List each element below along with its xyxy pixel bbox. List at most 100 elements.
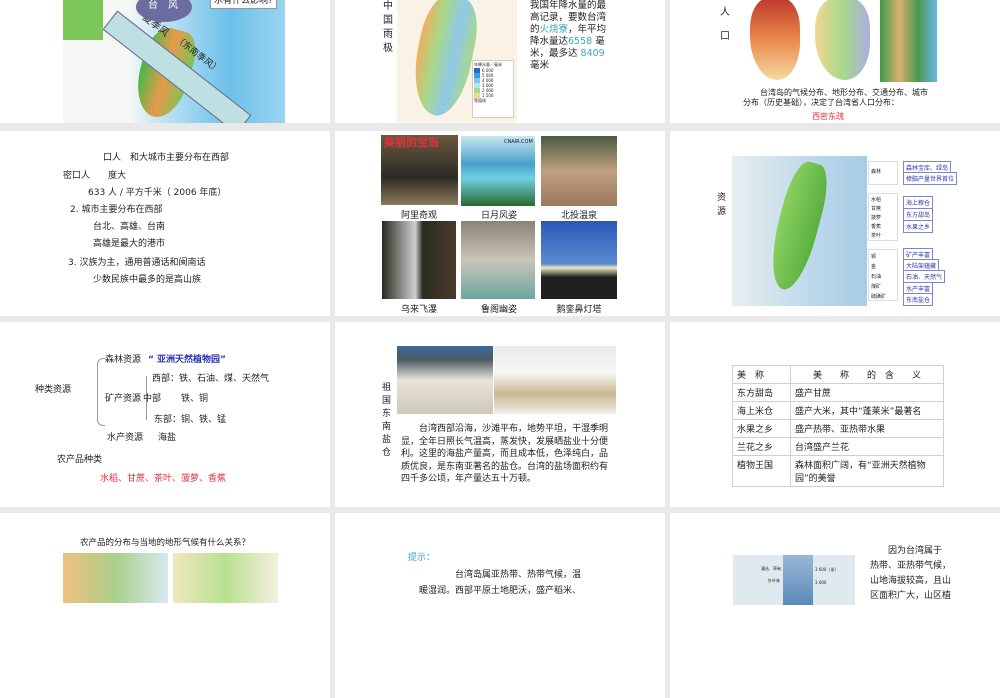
slide-6-thumbnail[interactable]: 资 源 森林 水稻 甘蔗 菠萝 香蕉 茶叶 铜金石油 煤矿 硫磺矿 森林宝库、绿岛 樟脑产量… bbox=[670, 131, 1000, 316]
photo-taroko bbox=[461, 221, 535, 299]
slide-4-thumbnail[interactable]: 口人 和大城市主要分布在西部 密口人 度大 633 人 / 平方千米（ 2006… bbox=[0, 131, 330, 316]
body-line: 区面积广大，山区植 bbox=[870, 591, 952, 601]
text-line: 2. 城市主要分布在西部 bbox=[70, 205, 163, 215]
diagram-tick: 3 600（米） bbox=[815, 567, 839, 572]
cell: 海上米仓 bbox=[732, 401, 791, 420]
hint-text: 台湾岛属亚热带、热带气候，温 bbox=[455, 570, 582, 580]
cell: 水果之乡 bbox=[732, 419, 791, 438]
photo-caption: 日月风姿 bbox=[480, 211, 517, 221]
photo-caption: 阿里奇观 bbox=[400, 211, 437, 221]
population-map bbox=[750, 0, 800, 80]
slide-10-thumbnail[interactable]: 农产品的分布与当地的地形气候有什么关系？ bbox=[0, 513, 330, 698]
cell: 森林面积广阔，有“亚洲天然植物园”的美誉 bbox=[790, 455, 944, 487]
legend-label: 石油 bbox=[871, 274, 882, 280]
hint-text: 暖湿润。西部平原土地肥沃，盛产稻米、 bbox=[419, 586, 582, 596]
legend-label: 菠萝 bbox=[871, 215, 882, 221]
header-cell: 美 称 bbox=[732, 365, 791, 384]
photo-watermark: CNAIR.COM bbox=[504, 139, 533, 145]
mineral-east: 东部：铜、铁、锰 bbox=[154, 415, 227, 425]
table-row: 东方甜岛 盛产甘蔗 bbox=[732, 383, 944, 402]
text-line: 高雄是最大的港市 bbox=[93, 239, 166, 249]
terrain-map-agri bbox=[63, 553, 168, 603]
cell: 东方甜岛 bbox=[732, 383, 791, 402]
water-label: 水产资源 bbox=[107, 433, 144, 443]
cell: 台湾盛产兰花 bbox=[790, 437, 944, 456]
text-line: 密口人 度大 bbox=[63, 171, 127, 181]
slide-1-thumbnail[interactable]: 夏季风 （东南季风） 台 风 水有什么影响? bbox=[0, 0, 330, 123]
mineral-west: 西部：铁、石油、煤、天然气 bbox=[152, 374, 270, 384]
legend-label: 硫磺矿 bbox=[871, 294, 887, 300]
photo-wulai bbox=[382, 221, 456, 299]
legend-label: 甘蔗 bbox=[871, 206, 882, 212]
slide-12-thumbnail[interactable]: 灌丛、草甸 针叶林 3 600（米） 3 000 因为台湾属于 热带、亚热带气候… bbox=[670, 513, 1000, 698]
legend-group-forest: 森林 bbox=[868, 161, 898, 185]
salt-photo-2 bbox=[494, 346, 616, 414]
slide-5-thumbnail[interactable]: 美丽的宝岛 CNAIR.COM 阿里奇观 日月风姿 北投温泉 乌来飞瀑 鲁阁幽姿… bbox=[335, 131, 665, 316]
root-label: 种类资源 bbox=[35, 385, 72, 395]
legend-label: 金 bbox=[871, 264, 877, 270]
mountain-shape bbox=[783, 555, 813, 605]
question-callout: 水有什么影响? bbox=[210, 0, 277, 9]
water-value: 海盐 bbox=[158, 433, 177, 443]
hint-label: 提示： bbox=[408, 553, 436, 563]
table-row: 海上米仓 盛产大米，其中“蓬莱米”最著名 bbox=[732, 401, 944, 420]
caption-line: 台湾岛的气候分布、地形分布、交通分布、城市 bbox=[760, 88, 928, 97]
diagram-tick: 3 000 bbox=[815, 580, 827, 585]
text-line: 少数民族中最多的是高山族 bbox=[93, 275, 202, 285]
cell: 盛产热带、亚热带水果 bbox=[790, 419, 944, 438]
rainfall-text: 我国年降水量的最高记录，要数台湾的火烧寮，年平均降水量达6558 毫米，最多达 … bbox=[530, 0, 612, 72]
slide-side-title: 祖国东南盐仓 bbox=[382, 383, 392, 458]
rainfall-legend: 年降水量／毫米 6 000 5 000 4 000 3 000 2 000 1 … bbox=[472, 60, 514, 118]
photo-caption: 鹅銮鼻灯塔 bbox=[556, 305, 602, 315]
agri-value: 水稻、甘蔗、茶叶、菠萝、香蕉 bbox=[100, 474, 227, 484]
cell: 盛产大米，其中“蓬莱米”最著名 bbox=[790, 401, 944, 420]
legend-group-agriculture: 水稻 甘蔗 菠萝 香蕉 茶叶 bbox=[868, 193, 898, 241]
text-line: 口人 和大城市主要分布在西部 bbox=[103, 153, 230, 163]
legend-label: 煤矿 bbox=[871, 284, 882, 290]
body-line: 热带、亚热带气候， bbox=[870, 561, 952, 571]
slide-9-thumbnail[interactable]: 美 称美 称 的 含 义 东方甜岛 盛产甘蔗 海上米仓 盛产大米，其中“蓬莱米”最著… bbox=[670, 322, 1000, 507]
slide-7-thumbnail[interactable]: 种类资源 森林资源 “ 亚洲天然植物园” 矿产资源 西部：铁、石油、煤、天然气 … bbox=[0, 322, 330, 507]
slide-side-title: 资 源 bbox=[717, 193, 736, 217]
legend-label: 香蕉 bbox=[871, 224, 882, 230]
photo-lighthouse bbox=[541, 221, 617, 299]
slide-11-thumbnail[interactable]: 提示： 台湾岛属亚热带、热带气候，温 暖湿润。西部平原土地肥沃，盛产稻米、 bbox=[335, 513, 665, 698]
avg-value: 6558 bbox=[568, 36, 593, 47]
photo-caption: 鲁阁幽姿 bbox=[480, 305, 517, 315]
diagram-label: 灌丛、草甸 bbox=[761, 566, 781, 571]
photo-sun-moon-lake bbox=[461, 136, 535, 206]
max-value: 8409 bbox=[580, 48, 605, 59]
place-highlight: 火烧寮 bbox=[539, 24, 569, 35]
slide-side-title: 中国雨极 bbox=[383, 1, 393, 54]
salt-description: 台湾西部沿海，沙滩平布，地势平坦，干湿季明显，全年日照长气温高，蒸发快，发展晒盐… bbox=[401, 424, 609, 484]
forest-note: “ 亚洲天然植物园” bbox=[148, 355, 226, 365]
slide-2-thumbnail[interactable]: 中国雨极 年降水量／毫米 6 000 5 000 4 000 3 000 2 0… bbox=[335, 0, 665, 123]
highlight-text: 西密东疏 bbox=[812, 112, 844, 121]
forest-label: 森林资源 bbox=[105, 355, 142, 365]
resource-label: 樟脑产量世界首位 bbox=[903, 172, 958, 185]
side-char: 人 bbox=[720, 7, 730, 18]
body-line: 因为台湾属于 bbox=[888, 546, 943, 556]
resource-label: 水果之乡 bbox=[903, 220, 934, 233]
caption-line: 分布（历史基础），决定了台湾省人口分布： bbox=[743, 98, 899, 107]
vegetation-zone-diagram: 灌丛、草甸 针叶林 3 600（米） 3 000 bbox=[733, 555, 855, 605]
mainland-coast bbox=[63, 0, 103, 40]
text-line: 台北、高雄、台南 bbox=[93, 222, 166, 232]
mineral-middle-value: 铁、铜 bbox=[181, 394, 209, 404]
agri-products-map bbox=[173, 553, 278, 603]
photo-caption: 乌来飞瀑 bbox=[400, 305, 437, 315]
table-header: 美 称美 称 的 含 义 bbox=[732, 365, 944, 384]
photo-caption: 北投温泉 bbox=[560, 211, 597, 221]
legend-label: 铜 bbox=[871, 254, 877, 260]
body-line: 山地海拔较高，且山 bbox=[870, 576, 952, 586]
legend-label: 茶叶 bbox=[871, 233, 882, 239]
rainfall-map-small bbox=[815, 0, 870, 80]
slide-title: 农产品的分布与当地的地形气候有什么关系？ bbox=[80, 538, 251, 548]
brace bbox=[97, 358, 105, 426]
header-cell: 美 称 的 含 义 bbox=[790, 365, 944, 384]
cell: 兰花之乡 bbox=[732, 437, 791, 456]
slide-3-thumbnail[interactable]: 人 口 台湾岛的气候分布、地形分布、交通分布、城市 分布（历史基础），决定了台湾… bbox=[670, 0, 1000, 123]
slide-8-thumbnail[interactable]: 祖国东南盐仓 台湾西部沿海，沙滩平布，地势平坦，干湿季明显，全年日照长气温高，蒸… bbox=[335, 322, 665, 507]
banner-title: 美丽的宝岛 bbox=[384, 136, 439, 149]
text: 毫米 bbox=[530, 60, 550, 71]
